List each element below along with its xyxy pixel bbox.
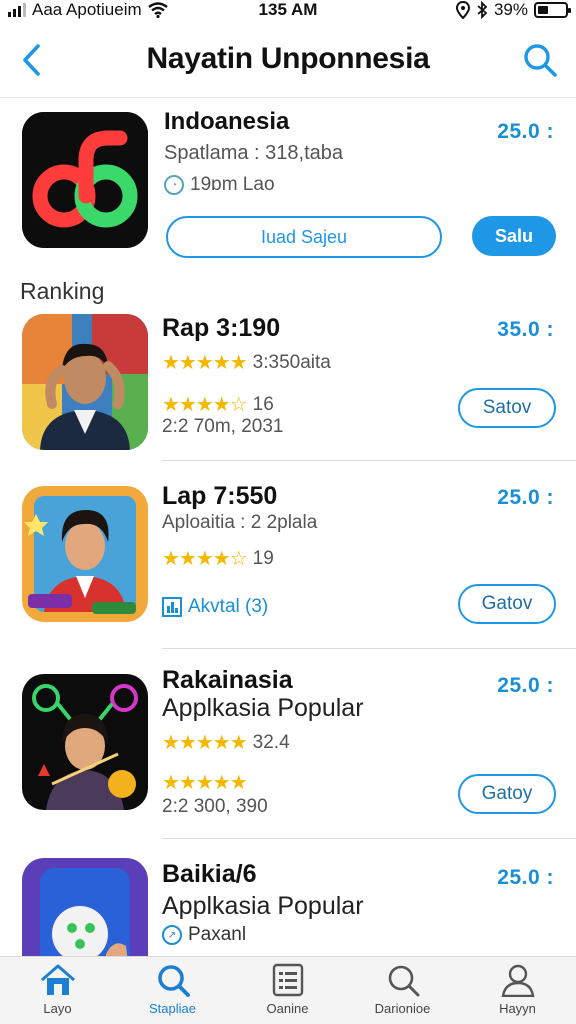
list-item[interactable]: Lap 7:550 Aploaitia : 2 2plala ★★★★☆ 19 … bbox=[0, 476, 576, 649]
app-rating-line: ★★★★★ bbox=[162, 770, 248, 795]
app-detail: 2:2 70m, 2031 bbox=[162, 416, 284, 437]
app-icon[interactable] bbox=[22, 486, 148, 622]
get-button[interactable]: Satov bbox=[458, 388, 556, 428]
featured-app-icon[interactable] bbox=[22, 112, 148, 248]
featured-price: 25.0 : bbox=[497, 120, 554, 143]
phone-app-icon bbox=[22, 858, 148, 956]
app-detail-line: ↗ Paxanl bbox=[162, 924, 246, 946]
tab-label: Layo bbox=[43, 1001, 72, 1016]
person-icon bbox=[501, 964, 534, 997]
app-rating-line: ★★★★☆ 16 bbox=[162, 392, 274, 417]
clock-icon: ◔ bbox=[164, 175, 184, 195]
tab-label: Hayyn bbox=[499, 1001, 536, 1016]
app-category: Applkasia Popular bbox=[162, 694, 364, 722]
portrait-icon bbox=[22, 314, 148, 450]
app-rating-line: ★★★★☆ 19 bbox=[162, 546, 274, 571]
app-name: Baikia/6 bbox=[162, 860, 257, 888]
section-title: Ranking bbox=[20, 278, 105, 304]
featured-meta-text: 19ɒm Lao bbox=[190, 174, 275, 195]
app-name: Lap 7:550 bbox=[162, 482, 278, 510]
rating-stars: ★★★★★ bbox=[162, 772, 248, 794]
app-icon[interactable] bbox=[22, 314, 148, 450]
tab-list[interactable]: Oanine bbox=[230, 957, 345, 1024]
tab-home[interactable]: Layo bbox=[0, 957, 115, 1024]
rating-stars: ★★★★★ bbox=[162, 732, 248, 754]
app-price: 25.0 : bbox=[497, 866, 554, 889]
search-icon[interactable] bbox=[520, 40, 560, 80]
back-chevron-icon[interactable] bbox=[16, 40, 48, 80]
tab-label: Stapliae bbox=[149, 1001, 196, 1016]
app-category: Akvtal (3) bbox=[162, 596, 268, 618]
app-price: 25.0 : bbox=[497, 674, 554, 697]
battery-icon bbox=[534, 2, 571, 18]
rating-stars: ★★★★☆ bbox=[162, 394, 248, 416]
navigation-bar: Nayatin Unponnesia bbox=[0, 22, 576, 98]
page-title: Nayatin Unponnesia bbox=[146, 42, 430, 75]
cartoon-avatar-icon bbox=[22, 486, 148, 622]
featured-primary-button[interactable]: Iuad Sajeu bbox=[166, 216, 442, 258]
app-name: Rakainasia bbox=[162, 666, 293, 694]
location-icon bbox=[455, 1, 470, 19]
get-button[interactable]: Gatoy bbox=[458, 774, 556, 814]
featured-get-button[interactable]: Salu bbox=[472, 216, 556, 256]
app-rating-line: ★★★★★ 3:350aita bbox=[162, 350, 331, 375]
rating-stars: ★★★★★ bbox=[162, 352, 248, 374]
list-item[interactable]: Rakainasia Applkasia Popular ★★★★★ 32.4 … bbox=[0, 664, 576, 839]
tab-label: Darionioe bbox=[374, 1001, 431, 1016]
get-button[interactable]: Gatov bbox=[458, 584, 556, 624]
tab-search[interactable]: Stapliae bbox=[115, 957, 230, 1024]
tab-label: Oanine bbox=[266, 1001, 309, 1016]
app-icon[interactable] bbox=[22, 858, 148, 956]
app-price: 35.0 : bbox=[497, 318, 554, 341]
featured-app-meta: ◔ 19ɒm Lao bbox=[164, 174, 275, 196]
featured-app: Indoanesia Spatlama : 318,taba ◔ 19ɒm La… bbox=[0, 98, 576, 268]
tab-profile[interactable]: Hayyn bbox=[460, 957, 575, 1024]
featured-app-name: Indoanesia bbox=[164, 108, 290, 135]
featured-logo-icon bbox=[22, 112, 148, 248]
app-detail: 2:2 300, 390 bbox=[162, 796, 268, 817]
game-character-icon bbox=[22, 674, 148, 810]
app-detail: Aploaitia : 2 2plala bbox=[162, 512, 318, 533]
battery-percent: 39% bbox=[493, 0, 528, 19]
app-name: Rap 3:190 bbox=[162, 314, 281, 342]
app-rating-line: ★★★★★ 32.4 bbox=[162, 730, 290, 755]
rating-count: 32.4 bbox=[252, 731, 290, 753]
category-label: Akvtal (3) bbox=[188, 596, 269, 617]
bluetooth-icon bbox=[477, 1, 488, 19]
list-item[interactable]: Baikia/6 Applkasia Popular ↗ Paxanl 25.0… bbox=[0, 854, 576, 956]
app-price: 25.0 : bbox=[497, 486, 554, 509]
app-detail: Paxanl bbox=[188, 924, 247, 945]
app-detail: 3:350aita bbox=[252, 351, 331, 373]
row-divider bbox=[162, 460, 576, 461]
compass-icon: ↗ bbox=[162, 925, 182, 945]
search-icon bbox=[157, 965, 190, 997]
chart-icon bbox=[162, 597, 182, 617]
rating-count: 16 bbox=[252, 393, 274, 415]
app-icon[interactable] bbox=[22, 674, 148, 810]
home-icon bbox=[40, 964, 75, 995]
featured-app-subtitle: Spatlama : 318,taba bbox=[164, 142, 344, 164]
rating-count: 19 bbox=[252, 547, 274, 569]
app-category: Applkasia Popular bbox=[162, 892, 364, 920]
row-divider bbox=[162, 838, 576, 839]
rating-stars: ★★★★☆ bbox=[162, 548, 248, 570]
search-icon bbox=[388, 965, 419, 997]
list-icon bbox=[272, 963, 303, 997]
status-bar: Aaa Apotiueim 135 AM 39% bbox=[0, 0, 576, 22]
list-item[interactable]: Rap 3:190 ★★★★★ 3:350aita ★★★★☆ 16 2:2 7… bbox=[0, 310, 576, 461]
tab-discover[interactable]: Darionioe bbox=[345, 957, 460, 1024]
row-divider bbox=[162, 648, 576, 649]
status-right: 39% bbox=[455, 0, 571, 20]
tab-bar: Layo Stapliae Oanine Darionioe Hayyn bbox=[0, 956, 576, 1024]
